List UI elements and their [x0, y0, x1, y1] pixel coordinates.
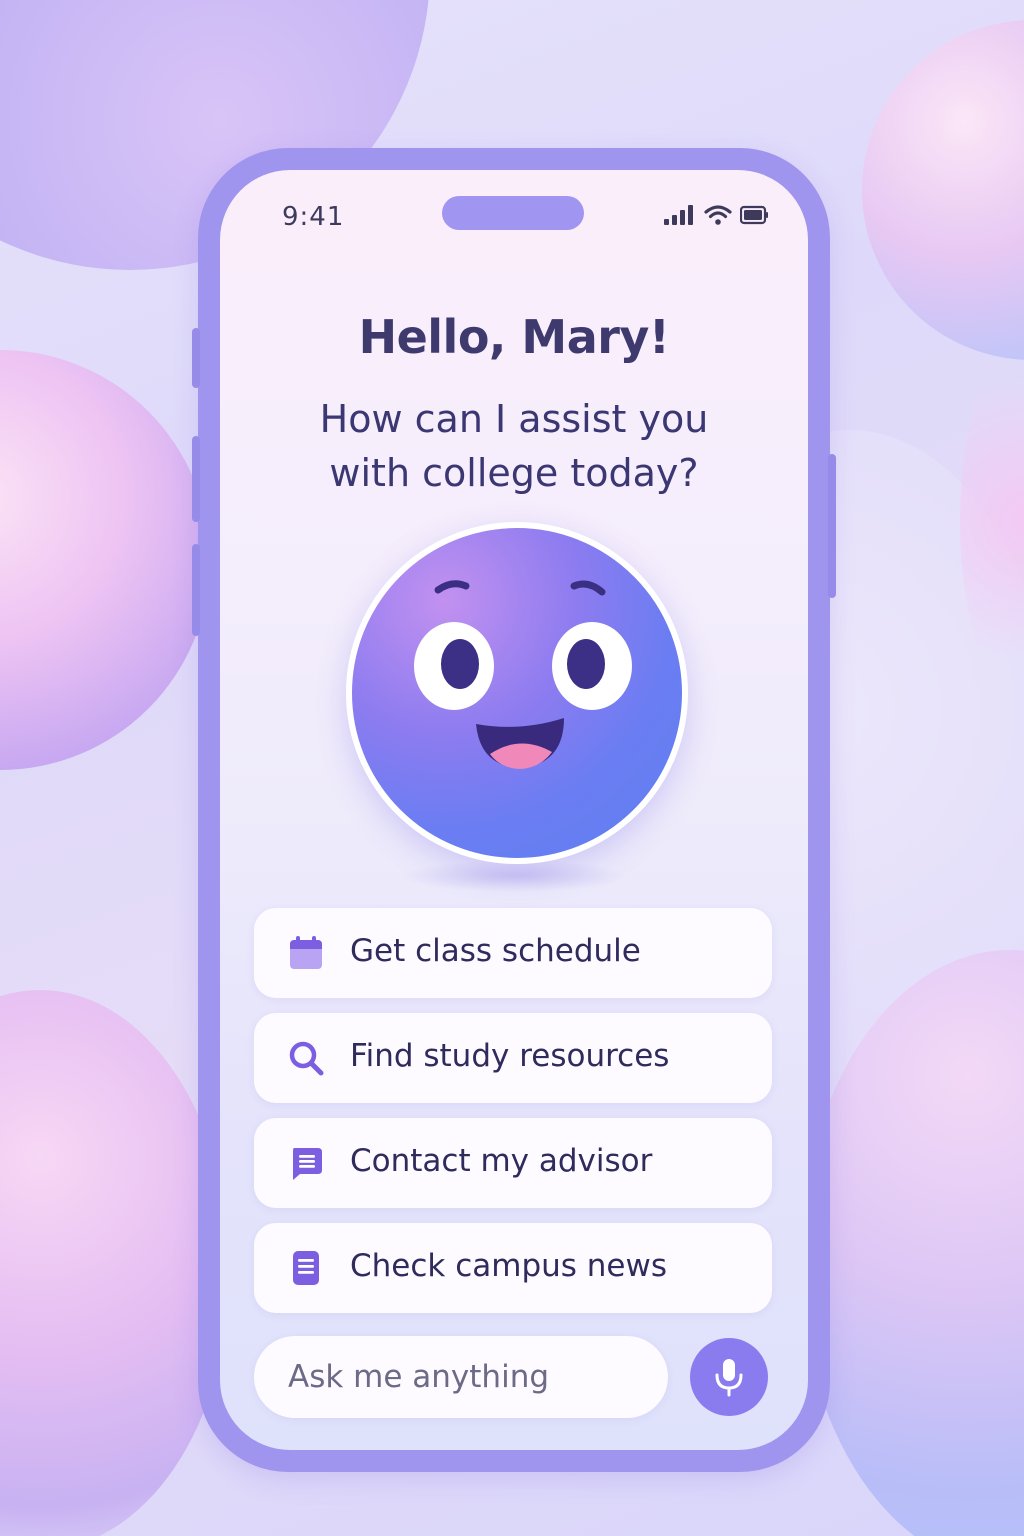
phone-screen: 9:41 Hello, Mary! How can I assist you w…: [220, 170, 808, 1450]
battery-icon: [740, 205, 768, 225]
dynamic-island: [442, 196, 584, 230]
phone-frame: 9:41 Hello, Mary! How can I assist you w…: [192, 148, 836, 1472]
action-get-class-schedule[interactable]: Get class schedule: [254, 908, 772, 998]
document-icon: [293, 1251, 319, 1285]
search-icon: [289, 1041, 324, 1076]
side-button: [192, 544, 200, 636]
assistant-avatar: [346, 522, 688, 864]
action-label: Contact my advisor: [350, 1143, 653, 1179]
side-button: [192, 328, 200, 388]
background: 9:41 Hello, Mary! How can I assist you w…: [0, 0, 1024, 1536]
action-check-campus-news[interactable]: Check campus news: [254, 1223, 772, 1313]
greeting-title: Hello, Mary!: [358, 310, 670, 364]
microphone-icon: [715, 1359, 743, 1397]
greeting-subtitle: How can I assist you with college today?: [319, 397, 709, 495]
smiling-face-icon: [414, 580, 632, 769]
quick-actions: Get class schedule Find study resources: [254, 908, 772, 1328]
action-label: Check campus news: [350, 1248, 668, 1284]
background-blob: [0, 350, 210, 770]
action-find-study-resources[interactable]: Find study resources: [254, 1013, 772, 1103]
signal-icon: [664, 205, 693, 225]
background-blob: [0, 990, 230, 1536]
side-button: [192, 436, 200, 522]
action-label: Get class schedule: [350, 933, 641, 969]
side-button: [828, 454, 836, 598]
background-blob: [862, 20, 1024, 360]
ask-input[interactable]: [254, 1336, 668, 1418]
calendar-icon: [290, 936, 322, 969]
microphone-button[interactable]: [690, 1338, 768, 1416]
action-label: Find study resources: [350, 1038, 670, 1074]
status-time: 9:41: [282, 202, 345, 232]
status-icons: [664, 204, 774, 230]
chat-icon: [293, 1148, 322, 1180]
wifi-icon: [704, 205, 732, 225]
avatar-shadow: [400, 860, 630, 892]
action-contact-my-advisor[interactable]: Contact my advisor: [254, 1118, 772, 1208]
